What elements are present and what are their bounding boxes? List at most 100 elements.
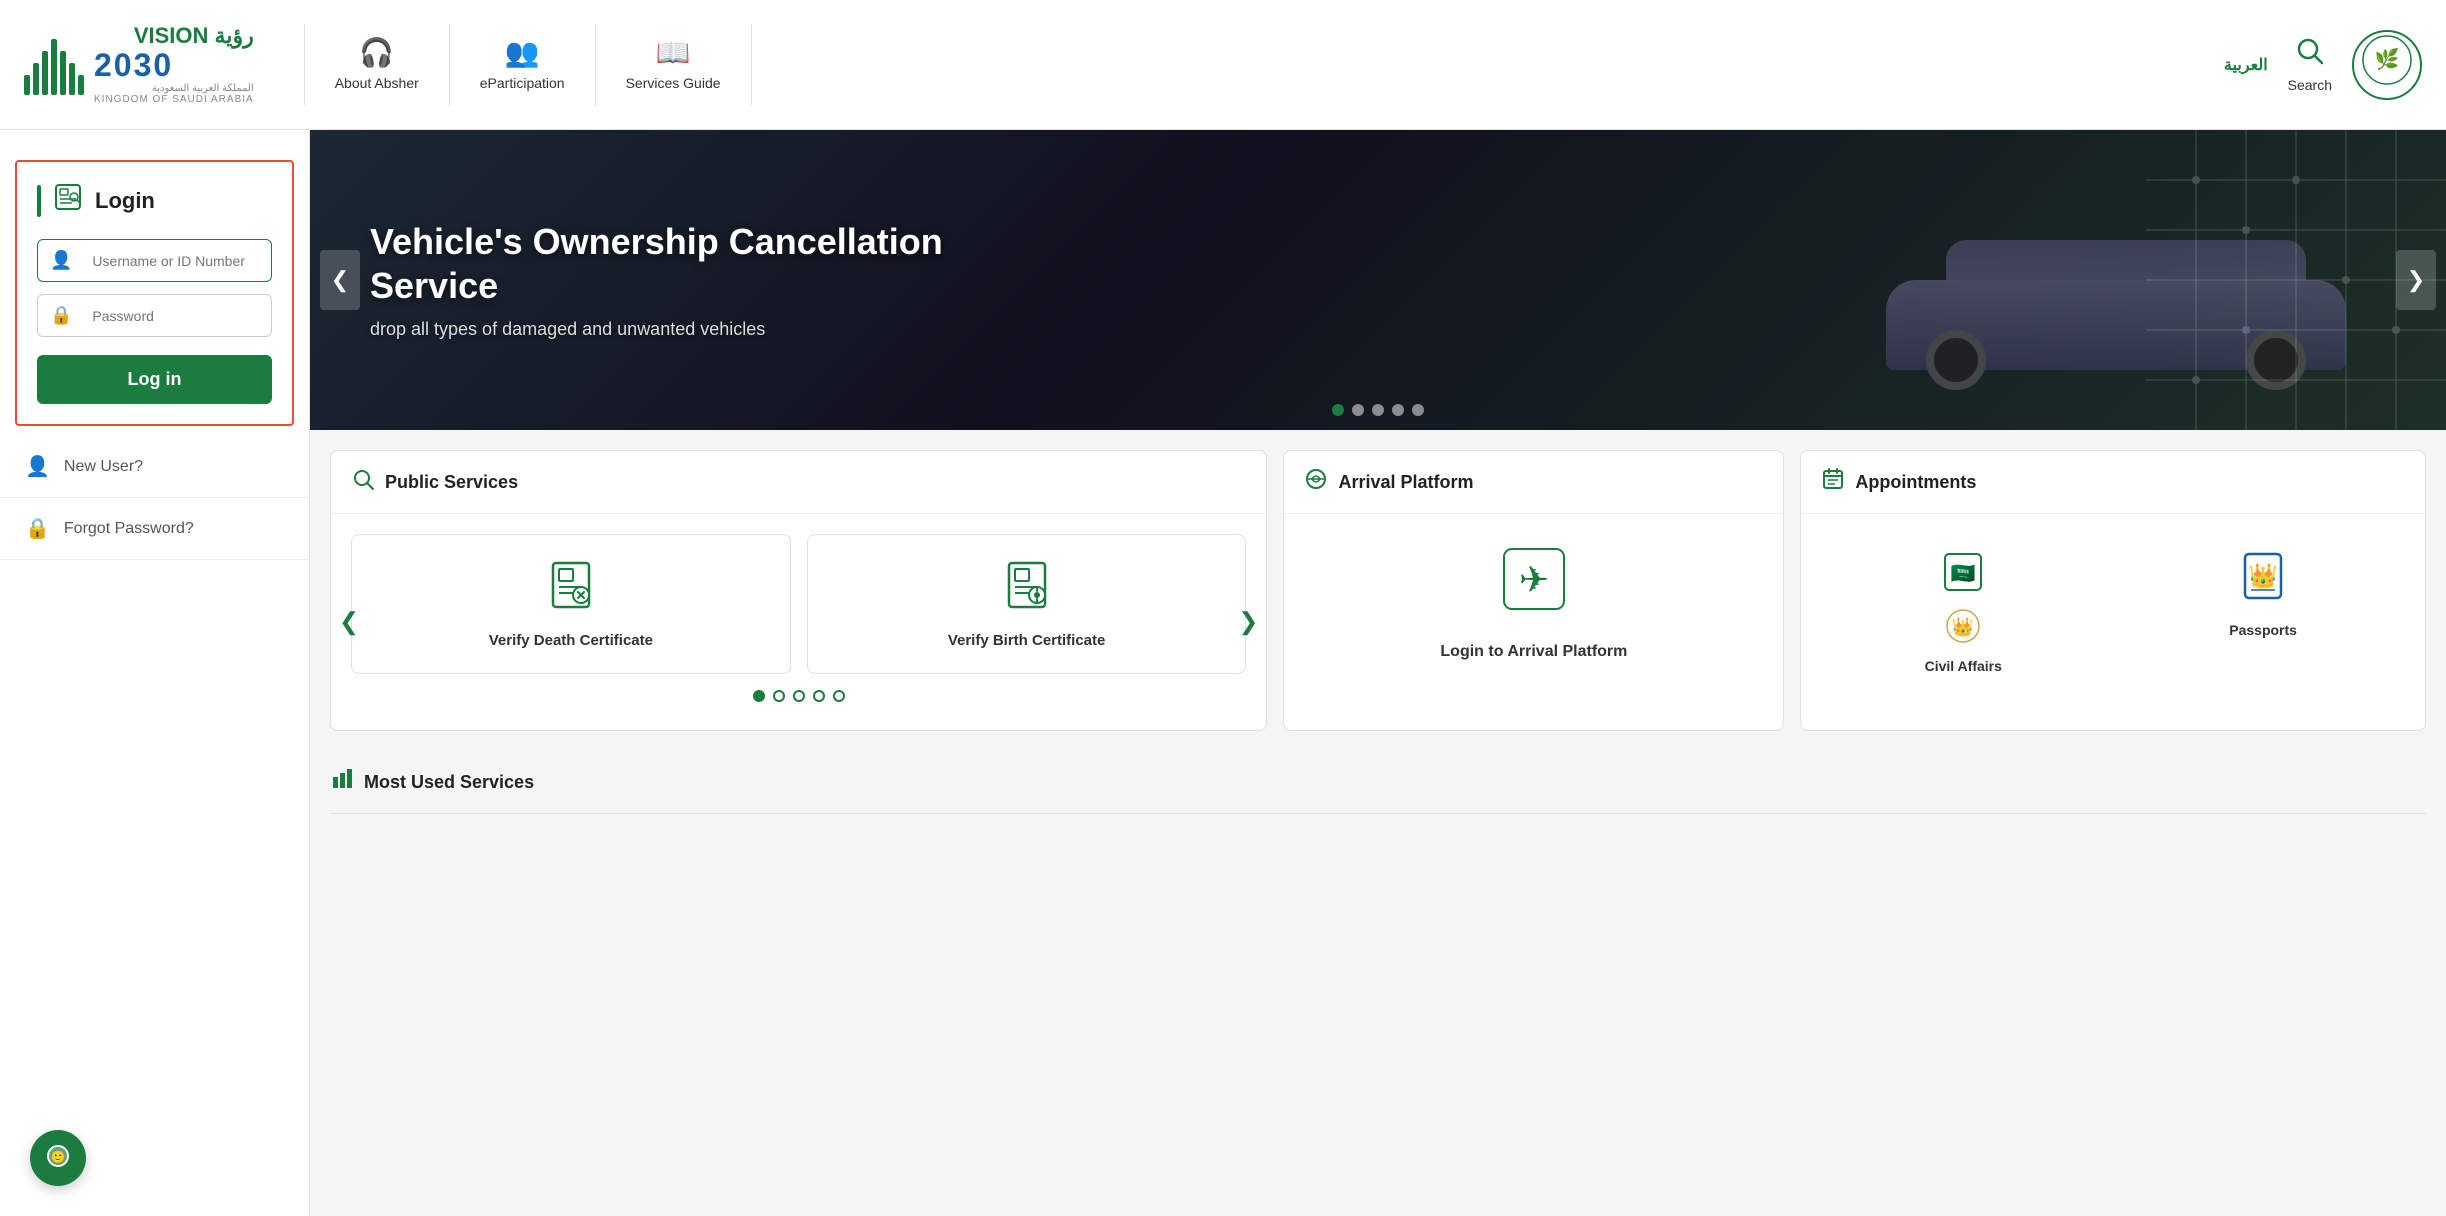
vision-kingdom: KINGDOM OF SAUDI ARABIA: [94, 94, 254, 105]
arrival-body: ✈ Login to Arrival Platform: [1284, 514, 1783, 691]
new-user-link[interactable]: 👤 New User?: [0, 436, 309, 498]
vision-sub: المملكة العربية السعودية: [94, 83, 254, 94]
plane-icon: ✈: [1499, 544, 1569, 627]
service-dot-4[interactable]: [813, 690, 825, 702]
birth-cert-label: Verify Birth Certificate: [948, 632, 1106, 649]
book-icon: 📖: [656, 39, 691, 67]
password-input[interactable]: [84, 296, 272, 336]
svg-text:✈: ✈: [1519, 559, 1549, 600]
chat-bubble[interactable]: 🙂: [30, 1130, 86, 1186]
username-input-group[interactable]: 👤: [37, 239, 272, 282]
death-cert-icon: [545, 559, 597, 618]
search-label: Search: [2288, 77, 2332, 93]
service-dot-5[interactable]: [833, 690, 845, 702]
arrival-login-label[interactable]: Login to Arrival Platform: [1440, 643, 1627, 661]
svg-text:👑: 👑: [2248, 563, 2278, 590]
lock-icon: 🔒: [38, 295, 84, 336]
svg-text:🇸🇦: 🇸🇦: [1951, 563, 1976, 585]
hero-dot-1[interactable]: [1332, 404, 1344, 416]
services-section: Public Services ❮: [310, 430, 2446, 751]
nav-eparticipation-label: eParticipation: [480, 75, 565, 91]
forgot-password-link[interactable]: 🔒 Forgot Password?: [0, 498, 309, 560]
public-services-icon: [351, 467, 375, 497]
most-used-section: Most Used Services: [310, 751, 2446, 850]
service-dot-3[interactable]: [793, 690, 805, 702]
svg-text:👑: 👑: [1952, 617, 1974, 637]
logo-bars: [24, 35, 84, 95]
header: رؤية VISION 2030 المملكة العربية السعودي…: [0, 0, 2446, 130]
bar-chart-icon: [330, 767, 354, 797]
arrival-platform-card: Arrival Platform ✈ Login to Arrival Plat…: [1283, 450, 1784, 731]
header-nav: 🎧 About Absher 👥 eParticipation 📖 Servic…: [284, 24, 2224, 106]
services-next-button[interactable]: ❯: [1234, 608, 1262, 637]
new-user-label: New User?: [64, 458, 143, 476]
search-button[interactable]: Search: [2288, 36, 2332, 93]
most-used-header: Most Used Services: [330, 751, 2426, 814]
service-verify-death[interactable]: Verify Death Certificate: [351, 534, 791, 674]
emblem: 🌿: [2352, 30, 2422, 100]
services-dots: [351, 674, 1246, 710]
login-title: Login: [95, 188, 155, 214]
most-used-title: Most Used Services: [364, 772, 534, 793]
nav-about[interactable]: 🎧 About Absher: [304, 24, 450, 106]
civil-affairs-item[interactable]: 🇸🇦 👑 Civil Affairs: [1821, 534, 2105, 690]
appointments-icon: [1821, 467, 1845, 497]
passports-item[interactable]: 👑 Passports: [2121, 534, 2405, 690]
headset-icon: 🎧: [359, 39, 394, 67]
service-dot-1[interactable]: [753, 690, 765, 702]
hero-banner: Vehicle's Ownership Cancellation Service…: [310, 130, 2446, 430]
forgot-password-icon: 🔒: [25, 516, 50, 541]
username-input[interactable]: [84, 241, 272, 281]
arabic-link[interactable]: العربية: [2224, 55, 2268, 75]
nav-eparticipation[interactable]: 👥 eParticipation: [450, 24, 596, 106]
svg-text:🌿: 🌿: [2375, 47, 2400, 71]
hero-subtitle: drop all types of damaged and unwanted v…: [370, 319, 1070, 340]
new-user-icon: 👤: [25, 454, 50, 479]
public-services-body: ❮: [331, 514, 1266, 730]
search-icon: [2295, 36, 2325, 73]
service-verify-birth[interactable]: Verify Birth Certificate: [807, 534, 1247, 674]
death-cert-label: Verify Death Certificate: [489, 632, 653, 649]
hero-title: Vehicle's Ownership Cancellation Service: [370, 220, 1070, 306]
login-button[interactable]: Log in: [37, 355, 272, 404]
login-accent-bar: [37, 185, 41, 217]
appointments-card: Appointments 🇸🇦: [1800, 450, 2426, 731]
passports-label: Passports: [2229, 622, 2297, 638]
nav-services-guide[interactable]: 📖 Services Guide: [596, 24, 752, 106]
people-icon: 👥: [505, 39, 540, 67]
public-services-header: Public Services: [331, 451, 1266, 514]
birth-cert-icon: [1001, 559, 1053, 618]
sidebar: Login 👤 🔒 Log in 👤 New User? 🔒 Forgot Pa…: [0, 130, 310, 1216]
hero-dot-5[interactable]: [1412, 404, 1424, 416]
hero-dot-3[interactable]: [1372, 404, 1384, 416]
hero-dot-2[interactable]: [1352, 404, 1364, 416]
appointments-title: Appointments: [1855, 472, 1976, 493]
nav-about-label: About Absher: [335, 75, 419, 91]
appointments-body: 🇸🇦 👑 Civil Affairs: [1801, 514, 2425, 710]
forgot-password-label: Forgot Password?: [64, 520, 194, 538]
hero-next-button[interactable]: ❯: [2396, 250, 2436, 310]
hero-prev-button[interactable]: ❮: [320, 250, 360, 310]
login-icon: [53, 182, 83, 219]
civil-affairs-icon: 🇸🇦 👑: [1941, 550, 1985, 646]
vision-year: 2030: [94, 48, 254, 83]
civil-top-icon: 🇸🇦: [1941, 550, 1985, 602]
vision-title: رؤية VISION: [94, 24, 254, 48]
civil-affairs-label: Civil Affairs: [1925, 658, 2002, 674]
login-box: Login 👤 🔒 Log in: [15, 160, 294, 426]
logo: رؤية VISION 2030 المملكة العربية السعودي…: [24, 24, 254, 105]
services-prev-button[interactable]: ❮: [335, 608, 363, 637]
public-services-title: Public Services: [385, 472, 518, 493]
hero-text: Vehicle's Ownership Cancellation Service…: [310, 220, 1130, 339]
hero-dot-4[interactable]: [1392, 404, 1404, 416]
header-right: العربية Search 🌿: [2224, 30, 2422, 100]
services-carousel: Verify Death Certificate: [351, 534, 1246, 674]
vision-text: رؤية VISION 2030 المملكة العربية السعودي…: [94, 24, 254, 105]
emblem-icon: 🌿: [2361, 34, 2413, 95]
user-icon: 👤: [38, 240, 84, 281]
hero-dots: [1332, 404, 1424, 416]
passport-icon: 👑: [2237, 550, 2289, 610]
service-dot-2[interactable]: [773, 690, 785, 702]
login-header: Login: [37, 182, 272, 219]
password-input-group[interactable]: 🔒: [37, 294, 272, 337]
